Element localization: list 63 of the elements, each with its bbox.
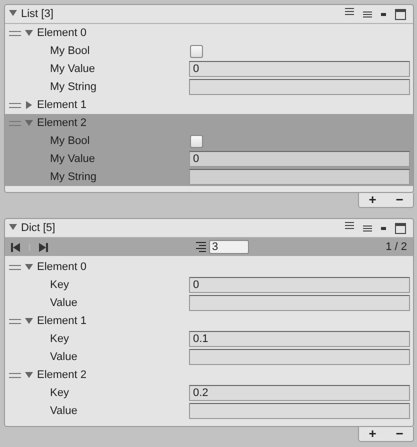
triangle-right-icon[interactable] (25, 101, 33, 109)
align-right-icon (196, 242, 206, 252)
field-label: My Bool (49, 45, 91, 57)
input-field[interactable] (189, 295, 410, 311)
skip-last-icon[interactable] (39, 242, 48, 252)
list-title: List [3] (21, 8, 54, 20)
input-field[interactable] (189, 79, 410, 95)
input-field[interactable]: 0 (189, 151, 410, 167)
drag-handle-icon[interactable] (9, 120, 21, 126)
minimize-icon[interactable] (381, 226, 386, 230)
input-field[interactable]: 0.1 (189, 331, 410, 347)
input-field[interactable] (189, 403, 410, 419)
input-field[interactable] (189, 169, 410, 185)
field-label: Value (49, 297, 78, 309)
remove-button[interactable]: − (386, 193, 413, 207)
menu-icon[interactable] (363, 10, 372, 18)
field-label: Key (49, 279, 70, 291)
field-label: My String (49, 81, 98, 93)
triangle-down-icon[interactable] (25, 263, 33, 271)
page-indicator: 1 / 2 (384, 241, 407, 253)
field-label: Value (49, 351, 78, 363)
field-label: Key (49, 387, 70, 399)
field-label: Key (49, 333, 70, 345)
element-label: Element 1 (37, 315, 87, 327)
selected-list-item[interactable]: Element 2 My Bool My Value 0 My String (5, 114, 413, 186)
field-label: My Bool (49, 135, 91, 147)
remove-button[interactable]: − (386, 427, 413, 441)
drag-handle-icon[interactable] (9, 102, 21, 108)
page-size-field[interactable]: 3 (209, 240, 249, 254)
triangle-down-icon[interactable] (9, 9, 17, 17)
menu-icon[interactable] (363, 224, 372, 232)
menu-icon[interactable] (345, 220, 354, 230)
element-label: Element 1 (37, 99, 87, 111)
input-field[interactable]: 0 (189, 61, 410, 77)
input-field[interactable]: 0 (189, 277, 410, 293)
minimize-icon[interactable] (381, 12, 386, 16)
triangle-down-icon[interactable] (9, 223, 17, 231)
input-field[interactable] (189, 349, 410, 365)
drag-handle-icon[interactable] (9, 372, 21, 378)
menu-icon[interactable] (345, 6, 354, 16)
add-button[interactable]: + (359, 427, 386, 441)
maximize-icon[interactable] (395, 222, 406, 234)
checkbox[interactable] (190, 44, 203, 58)
field-label: My Value (49, 153, 96, 165)
triangle-down-icon[interactable] (25, 29, 33, 37)
skip-first-icon[interactable] (11, 242, 20, 252)
element-label: Element 0 (37, 261, 87, 273)
checkbox[interactable] (190, 134, 203, 148)
element-label: Element 0 (37, 27, 87, 39)
field-label: Value (49, 405, 78, 417)
triangle-down-icon[interactable] (25, 371, 33, 379)
list-title: Dict [5] (21, 222, 56, 234)
drag-handle-icon[interactable] (9, 264, 21, 270)
input-field[interactable]: 0.2 (189, 385, 410, 401)
maximize-icon[interactable] (395, 8, 406, 20)
drag-handle-icon[interactable] (9, 30, 21, 36)
element-label: Element 2 (37, 117, 87, 129)
element-label: Element 2 (37, 369, 87, 381)
field-label: My String (49, 171, 98, 183)
triangle-down-icon[interactable] (25, 317, 33, 325)
drag-handle-icon[interactable] (9, 318, 21, 324)
field-label: My Value (49, 63, 96, 75)
add-button[interactable]: + (359, 193, 386, 207)
